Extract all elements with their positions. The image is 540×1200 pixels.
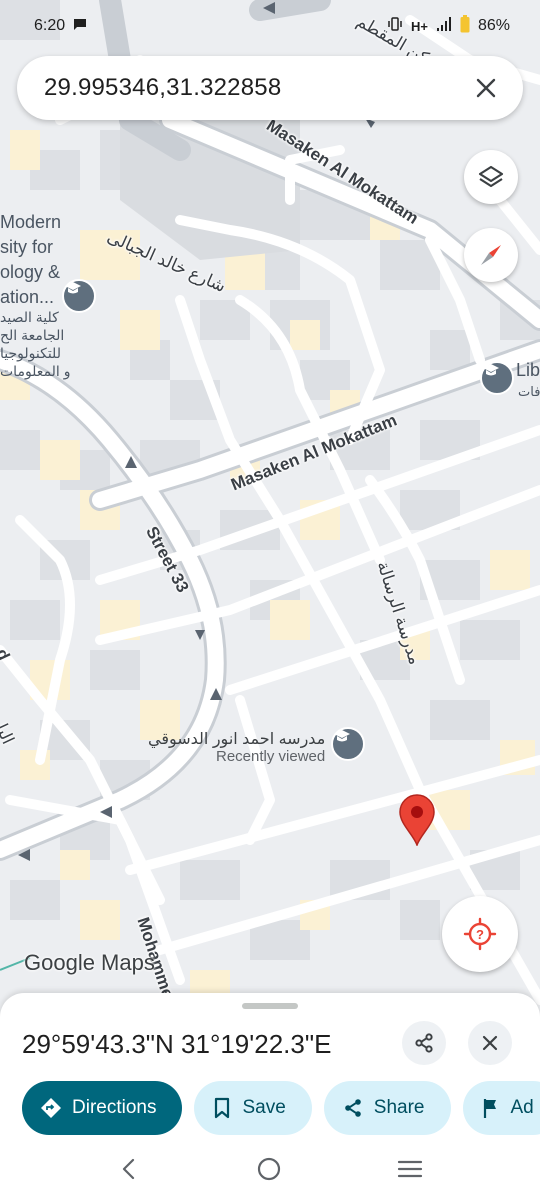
poi-university-label[interactable]: Modern sity for ology & ation...	[0, 210, 61, 310]
back-icon	[123, 1158, 135, 1180]
recents-button[interactable]	[397, 1158, 423, 1185]
compass-icon	[481, 245, 501, 265]
share-label: Share	[373, 1097, 425, 1118]
directions-label: Directions	[72, 1097, 157, 1118]
share-icon	[415, 1033, 433, 1053]
vibrate-icon	[387, 16, 403, 37]
action-chips: Directions Save Share Ad	[22, 1081, 540, 1135]
library-icon[interactable]	[480, 361, 514, 395]
poi-school-name[interactable]: مدرسه احمد انور الدسوقي	[148, 729, 325, 749]
battery-icon	[460, 14, 470, 38]
clear-search-button[interactable]	[469, 71, 503, 105]
status-time: 6:20	[34, 17, 66, 34]
battery-level: 86%	[477, 17, 510, 34]
poi-library-name[interactable]: Lib	[516, 360, 540, 381]
close-icon	[476, 78, 496, 98]
coordinates-title: 29°59'43.3"N 31°19'22.3"E	[22, 1029, 332, 1059]
back-button[interactable]	[117, 1157, 141, 1186]
poi-university-arabic-label[interactable]: كلية الصيد الجامعة الح للتكنولوجيا و الم…	[0, 308, 70, 380]
school-icon[interactable]	[62, 279, 96, 313]
message-icon	[73, 17, 87, 36]
signal-icon	[436, 16, 452, 37]
poi-school-subtitle: Recently viewed	[216, 748, 326, 765]
school-icon[interactable]	[331, 727, 365, 761]
bookmark-icon	[215, 1097, 230, 1119]
close-icon	[482, 1035, 498, 1051]
share-icon	[344, 1099, 361, 1117]
search-bar[interactable]: 29.995346,31.322858	[17, 56, 523, 120]
menu-icon	[397, 1160, 422, 1178]
drag-handle[interactable]	[242, 1003, 298, 1009]
close-sheet-button[interactable]	[468, 1021, 512, 1065]
add-label-button[interactable]: Ad	[462, 1081, 540, 1135]
directions-icon	[41, 1098, 61, 1118]
google-maps-logo: Google Maps	[24, 950, 155, 975]
save-label: Save	[242, 1097, 286, 1118]
my-location-button[interactable]: ?	[442, 896, 518, 972]
network-type: H+	[410, 18, 428, 34]
system-nav-bar	[0, 1143, 540, 1200]
poi-library-arabic: فات	[518, 384, 540, 399]
layers-button[interactable]	[464, 150, 518, 204]
directions-button[interactable]: Directions	[22, 1081, 183, 1135]
layers-icon	[478, 165, 504, 188]
location-pin-icon[interactable]	[398, 794, 436, 846]
share-button[interactable]: Share	[323, 1081, 451, 1135]
home-icon	[257, 1157, 281, 1181]
compass-button[interactable]	[464, 228, 518, 282]
status-bar: 6:20 H+ 86%	[0, 0, 540, 52]
home-button[interactable]	[256, 1156, 282, 1187]
location-unknown-icon: ?	[463, 917, 497, 951]
share-sheet-button[interactable]	[402, 1021, 446, 1065]
save-button[interactable]: Save	[194, 1081, 312, 1135]
search-query[interactable]: 29.995346,31.322858	[44, 74, 281, 102]
flag-icon	[483, 1099, 496, 1118]
add-label: Ad	[510, 1097, 534, 1118]
svg-text:?: ?	[476, 927, 484, 942]
